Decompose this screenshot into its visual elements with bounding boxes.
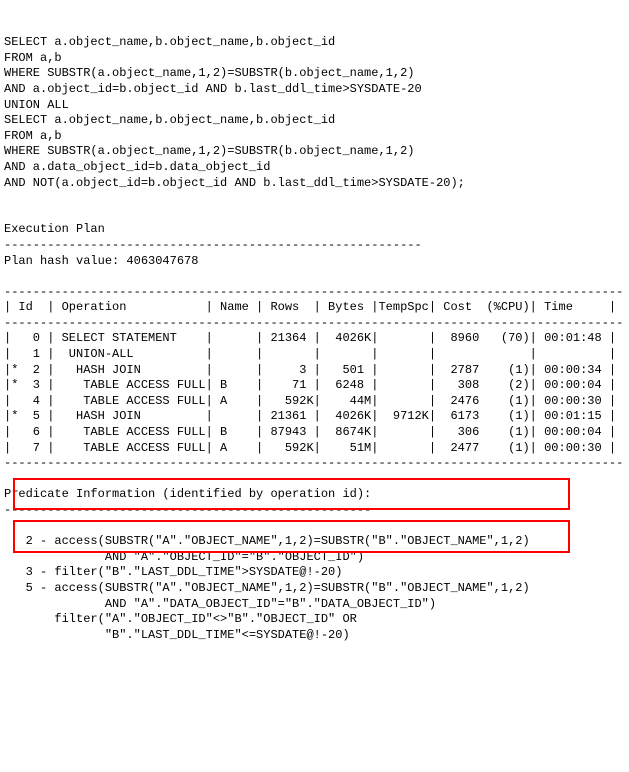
sql-line: SELECT a.object_name,b.object_name,b.obj… [4, 35, 335, 49]
plan-row: | 4 | TABLE ACCESS FULL| A | 592K| 44M| … [4, 394, 616, 408]
predicate-line: "B"."LAST_DDL_TIME"<=SYSDATE@!-20) [4, 628, 350, 642]
sql-line: AND a.data_object_id=b.data_object_id [4, 160, 270, 174]
sql-output: SELECT a.object_name,b.object_name,b.obj… [4, 20, 629, 675]
plan-row: | 6 | TABLE ACCESS FULL| B | 87943 | 867… [4, 425, 616, 439]
table-border: ----------------------------------------… [4, 456, 623, 470]
predicate-line: 3 - filter("B"."LAST_DDL_TIME">SYSDATE@!… [4, 565, 342, 579]
plan-row: |* 2 | HASH JOIN | | 3 | 501 | | 2787 (1… [4, 363, 616, 377]
plan-row: |* 3 | TABLE ACCESS FULL| B | 71 | 6248 … [4, 378, 616, 392]
sql-line: AND NOT(a.object_id=b.object_id AND b.la… [4, 176, 465, 190]
predicate-line: AND "A"."DATA_OBJECT_ID"="B"."DATA_OBJEC… [4, 597, 436, 611]
divider: ----------------------------------------… [4, 238, 422, 252]
table-header: | Id | Operation | Name | Rows | Bytes |… [4, 300, 616, 314]
predicate-line: 2 - access(SUBSTR("A"."OBJECT_NAME",1,2)… [4, 534, 530, 548]
predicate-heading: Predicate Information (identified by ope… [4, 487, 371, 501]
sql-line: WHERE SUBSTR(a.object_name,1,2)=SUBSTR(b… [4, 66, 414, 80]
sql-line: UNION ALL [4, 98, 69, 112]
plan-row: | 1 | UNION-ALL | | | | | | | [4, 347, 616, 361]
table-border: ----------------------------------------… [4, 316, 623, 330]
divider: ----------------------------------------… [4, 503, 371, 517]
exec-plan-heading: Execution Plan [4, 222, 105, 236]
predicate-line: filter("A"."OBJECT_ID"<>"B"."OBJECT_ID" … [4, 612, 357, 626]
plan-hash: Plan hash value: 4063047678 [4, 254, 198, 268]
predicate-line: 5 - access(SUBSTR("A"."OBJECT_NAME",1,2)… [4, 581, 530, 595]
sql-line: SELECT a.object_name,b.object_name,b.obj… [4, 113, 335, 127]
plan-row: |* 5 | HASH JOIN | | 21361 | 4026K| 9712… [4, 409, 616, 423]
table-border: ----------------------------------------… [4, 285, 623, 299]
sql-line: WHERE SUBSTR(a.object_name,1,2)=SUBSTR(b… [4, 144, 414, 158]
predicate-line: AND "A"."OBJECT_ID"="B"."OBJECT_ID") [4, 550, 364, 564]
plan-row: | 0 | SELECT STATEMENT | | 21364 | 4026K… [4, 331, 616, 345]
sql-line: AND a.object_id=b.object_id AND b.last_d… [4, 82, 422, 96]
sql-line: FROM a,b [4, 129, 62, 143]
sql-line: FROM a,b [4, 51, 62, 65]
plan-row: | 7 | TABLE ACCESS FULL| A | 592K| 51M| … [4, 441, 616, 455]
